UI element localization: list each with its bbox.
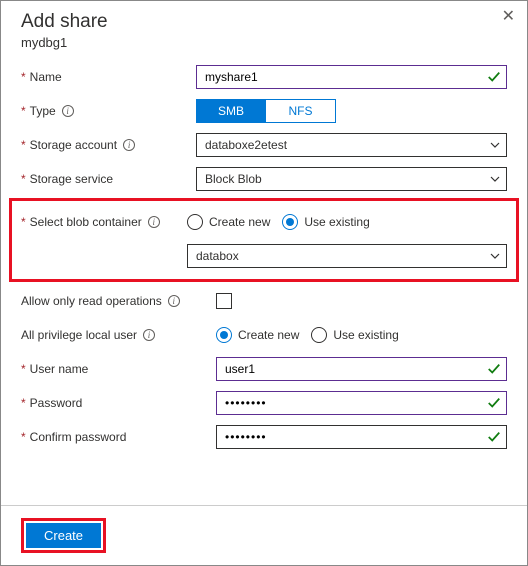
storage-service-value: Block Blob — [205, 172, 262, 186]
info-icon[interactable]: i — [148, 216, 160, 228]
info-icon[interactable]: i — [143, 329, 155, 341]
chevron-down-icon — [490, 142, 500, 148]
container-radio-group: Create new Use existing — [187, 214, 507, 230]
storage-account-value: databoxe2etest — [205, 138, 287, 152]
create-highlight: Create — [21, 518, 106, 553]
confirm-password-input[interactable] — [216, 425, 507, 449]
storage-account-select[interactable]: databoxe2etest — [196, 133, 507, 157]
label-select-container: Select blob container — [30, 215, 142, 229]
chevron-down-icon — [490, 176, 500, 182]
container-use-existing-radio[interactable]: Use existing — [282, 214, 369, 230]
panel-subtitle: mydbg1 — [21, 35, 511, 50]
label-password: Password — [30, 396, 83, 410]
panel-title: Add share — [21, 11, 511, 33]
storage-service-select[interactable]: Block Blob — [196, 167, 507, 191]
label-type: Type — [30, 104, 56, 118]
info-icon[interactable]: i — [123, 139, 135, 151]
user-radio-group: Create new Use existing — [216, 327, 507, 343]
panel-footer: Create — [1, 505, 527, 565]
container-highlight: *Select blob containeri Create new Use e… — [9, 198, 519, 282]
user-create-new-radio[interactable]: Create new — [216, 327, 299, 343]
container-select[interactable]: databox — [187, 244, 507, 268]
label-priv-user: All privilege local user — [21, 328, 137, 342]
close-icon[interactable]: ✕ — [502, 9, 515, 25]
info-icon[interactable]: i — [168, 295, 180, 307]
label-confirm-password: Confirm password — [30, 430, 127, 444]
user-use-existing-radio[interactable]: Use existing — [311, 327, 398, 343]
type-nfs-button[interactable]: NFS — [266, 99, 336, 123]
label-storage-service: Storage service — [30, 172, 113, 186]
add-share-panel: ✕ Add share mydbg1 *Name *Typei SMB NFS — [0, 0, 528, 566]
container-value: databox — [196, 249, 239, 263]
form-body: *Name *Typei SMB NFS *Storage accounti — [1, 54, 527, 505]
password-input[interactable] — [216, 391, 507, 415]
chevron-down-icon — [490, 253, 500, 259]
panel-header: ✕ Add share mydbg1 — [1, 1, 527, 54]
create-button[interactable]: Create — [26, 523, 101, 548]
type-segmented: SMB NFS — [196, 99, 507, 123]
type-smb-button[interactable]: SMB — [196, 99, 266, 123]
label-user-name: User name — [30, 362, 89, 376]
container-create-new-radio[interactable]: Create new — [187, 214, 270, 230]
name-input[interactable] — [196, 65, 507, 89]
label-allow-read: Allow only read operations — [21, 294, 162, 308]
info-icon[interactable]: i — [62, 105, 74, 117]
label-name: Name — [30, 70, 62, 84]
username-input[interactable] — [216, 357, 507, 381]
label-storage-account: Storage account — [30, 138, 117, 152]
allow-read-checkbox[interactable] — [216, 293, 232, 309]
